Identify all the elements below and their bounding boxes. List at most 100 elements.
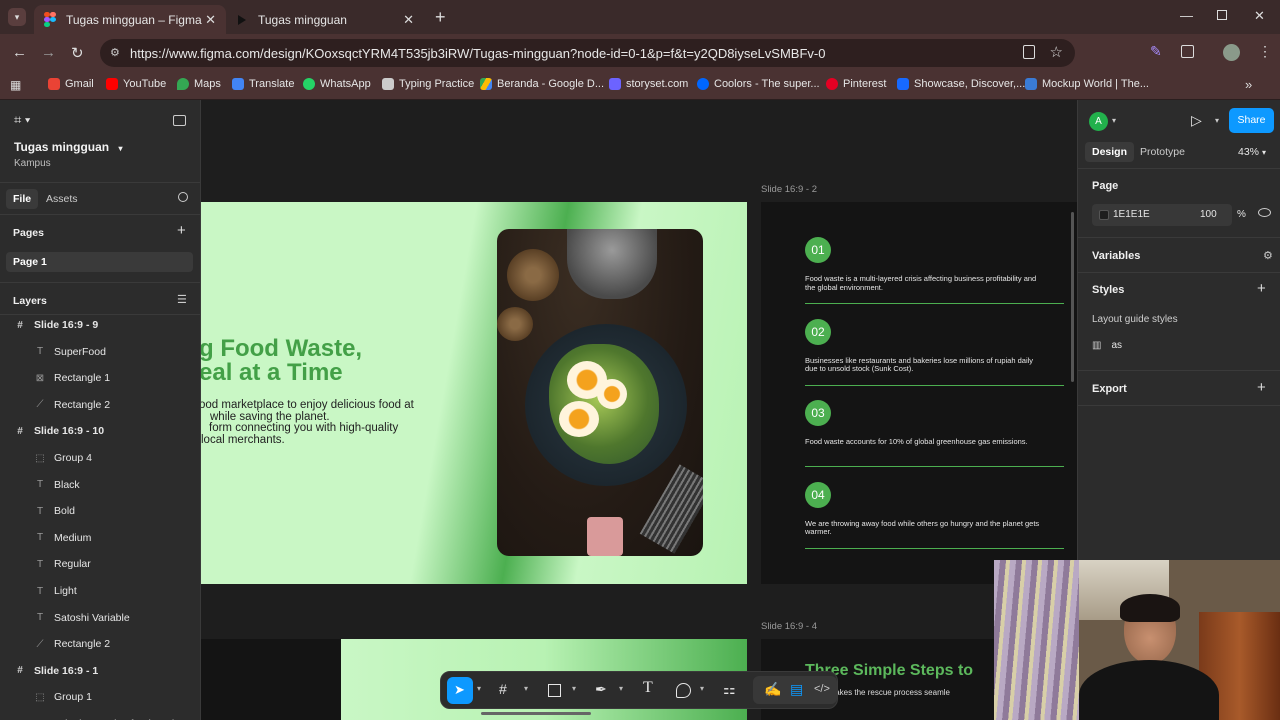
bookmark-mockup-world[interactable]: Mockup World | The... xyxy=(1025,78,1149,90)
page-item[interactable]: Page 1 xyxy=(6,252,193,272)
more-bookmarks-icon[interactable]: » xyxy=(1245,77,1252,92)
file-name[interactable]: Tugas mingguan ▾ xyxy=(14,140,122,154)
slide4-label[interactable]: Slide 16:9 - 4 xyxy=(761,621,817,632)
close-window-button[interactable]: ✕ xyxy=(1254,8,1265,24)
share-button[interactable]: Share xyxy=(1229,108,1274,133)
user-avatar[interactable]: A xyxy=(1089,112,1108,131)
scrollbar[interactable] xyxy=(1071,212,1074,382)
bookmark-typing-practice[interactable]: Typing Practice xyxy=(382,78,474,90)
color-swatch[interactable] xyxy=(1099,210,1109,220)
chevron-down-icon[interactable]: ▾ xyxy=(524,684,528,693)
variables-settings-icon[interactable]: ⚙ xyxy=(1263,249,1273,262)
bookmark-youtube[interactable]: YouTube xyxy=(106,78,166,90)
close-tab-icon[interactable]: ✕ xyxy=(403,12,414,28)
bookmark-whatsapp[interactable]: WhatsApp xyxy=(303,78,371,90)
close-tab-icon[interactable]: ✕ xyxy=(205,12,216,28)
actions-icon[interactable]: ⚏ xyxy=(723,681,736,698)
bookmark-behance[interactable]: Showcase, Discover,... xyxy=(897,78,1025,90)
slide2-label[interactable]: Slide 16:9 - 2 xyxy=(761,184,817,195)
page-color-hex[interactable]: 1E1E1E xyxy=(1113,209,1150,220)
rectangle-tool-icon[interactable] xyxy=(548,684,561,697)
layer-item[interactable]: TJoin the surplus food market... xyxy=(0,711,200,720)
eye-icon[interactable] xyxy=(1258,208,1271,217)
layer-item[interactable]: T Bold xyxy=(0,498,200,524)
tab-design[interactable]: Design xyxy=(1085,142,1135,162)
layer-item[interactable]: ⟋ Rectangle 2 xyxy=(0,631,200,657)
search-icon[interactable] xyxy=(178,192,188,202)
present-play-icon[interactable]: ▷ xyxy=(1191,112,1202,129)
chevron-down-icon[interactable]: ▾ xyxy=(619,684,623,693)
maximize-button[interactable] xyxy=(1217,10,1227,20)
chevron-down-icon[interactable]: ▾ xyxy=(700,684,704,693)
forward-icon[interactable]: → xyxy=(41,44,56,61)
page-action-icon[interactable] xyxy=(1023,45,1035,59)
add-export-icon[interactable]: + xyxy=(1257,379,1266,396)
pen-tool-icon[interactable]: ✒ xyxy=(595,681,607,698)
layer-item[interactable]: T Satoshi Variable xyxy=(0,605,200,631)
layer-item[interactable]: ⬚ Group 1 xyxy=(0,684,200,710)
layer-item[interactable]: ⬚ Group 4 xyxy=(0,445,200,471)
bookmark-storyset[interactable]: storyset.com xyxy=(609,78,688,90)
add-style-icon[interactable]: + xyxy=(1257,280,1266,297)
layer-item[interactable]: T Regular xyxy=(0,551,200,577)
bookmark-gmail[interactable]: Gmail xyxy=(48,78,94,90)
back-icon[interactable]: ← xyxy=(12,44,27,61)
site-info-icon[interactable]: ⚙ xyxy=(110,46,120,59)
tab-file[interactable]: File xyxy=(6,189,39,209)
tab-figma[interactable]: Tugas mingguan – Figma ✕ xyxy=(34,5,226,34)
draw-mode-icon[interactable]: ✍ xyxy=(764,681,781,698)
chevron-down-icon[interactable]: ▾ xyxy=(1215,116,1219,125)
layer-item[interactable]: ⟋ Rectangle 2 xyxy=(0,392,200,418)
apps-grid-icon[interactable]: ▦ xyxy=(10,78,21,92)
minimize-button[interactable]: — xyxy=(1180,8,1193,23)
zoom-level[interactable]: 43% ▾ xyxy=(1238,146,1266,158)
figma-canvas[interactable]: g Food Waste, eal at a Time ood marketpl… xyxy=(201,100,1077,720)
layer-item[interactable]: T Light xyxy=(0,578,200,604)
bookmark-google-drive[interactable]: Beranda - Google D... xyxy=(480,78,604,90)
frame-tool-icon[interactable]: # xyxy=(499,681,507,697)
move-tool-button[interactable]: ➤ xyxy=(447,677,473,704)
comment-tool-icon[interactable] xyxy=(676,683,691,698)
layer-item[interactable]: T SuperFood xyxy=(0,339,200,365)
project-name[interactable]: Kampus xyxy=(14,158,51,169)
chevron-down-icon[interactable]: ▾ xyxy=(477,684,481,693)
reload-icon[interactable]: ↻ xyxy=(71,44,84,62)
layer-item[interactable]: ⊠ Rectangle 1 xyxy=(0,365,200,391)
layer-item[interactable]: T Medium xyxy=(0,525,200,551)
browser-menu-icon[interactable]: ⋮ xyxy=(1258,43,1272,60)
bookmark-pinterest[interactable]: Pinterest xyxy=(826,78,886,90)
layer-frame[interactable]: # Slide 16:9 - 1 xyxy=(0,658,200,684)
page-opacity[interactable]: 100 xyxy=(1200,209,1217,220)
chevron-down-icon[interactable]: ▾ xyxy=(572,684,576,693)
toggle-sidebar-icon[interactable] xyxy=(173,115,186,126)
guide-style-item[interactable]: ▥ as xyxy=(1092,340,1122,351)
dev-mode-icon[interactable]: </> xyxy=(814,683,830,695)
tab-prototype[interactable]: Prototype xyxy=(1140,146,1185,158)
text-tool-icon[interactable]: T xyxy=(643,679,653,697)
chevron-down-icon[interactable]: ▾ xyxy=(1112,116,1116,125)
bookmark-star-icon[interactable]: ☆ xyxy=(1050,43,1063,61)
layer-frame[interactable]: # Slide 16:9 - 9 xyxy=(0,315,200,338)
layers-list-icon[interactable]: ☰ xyxy=(177,293,187,306)
tab-assets[interactable]: Assets xyxy=(46,193,78,205)
food-photo[interactable] xyxy=(497,229,703,556)
slide-hero[interactable]: g Food Waste, eal at a Time ood marketpl… xyxy=(201,202,747,584)
add-page-icon[interactable]: + xyxy=(177,222,186,239)
profile-avatar[interactable] xyxy=(1223,44,1240,61)
figma-main-menu-icon[interactable]: ⌗ ▾ xyxy=(14,112,30,128)
bookmark-translate[interactable]: Translate xyxy=(232,78,294,90)
url-field[interactable]: ⚙ https://www.figma.com/design/KOoxsqctY… xyxy=(100,39,1075,67)
new-tab-button[interactable]: + xyxy=(435,7,446,28)
bookmark-coolors[interactable]: Coolors - The super... xyxy=(697,78,820,90)
page-color-field[interactable]: 1E1E1E 100 % xyxy=(1092,204,1246,226)
tab-search-button[interactable]: ▾ xyxy=(8,8,26,26)
slide-2[interactable]: 01 Food waste is a multi-layered crisis a… xyxy=(761,202,1077,584)
layer-item[interactable]: T Black xyxy=(0,472,200,498)
design-mode-icon[interactable]: ▤ xyxy=(790,681,803,698)
variables-title[interactable]: Variables xyxy=(1092,250,1140,262)
extensions-icon[interactable] xyxy=(1181,45,1194,58)
extension-pen-icon[interactable]: ✎ xyxy=(1150,43,1162,60)
tab-second[interactable]: Tugas mingguan ✕ xyxy=(228,5,424,34)
layer-frame[interactable]: # Slide 16:9 - 10 xyxy=(0,418,200,444)
bookmark-maps[interactable]: Maps xyxy=(177,78,221,90)
